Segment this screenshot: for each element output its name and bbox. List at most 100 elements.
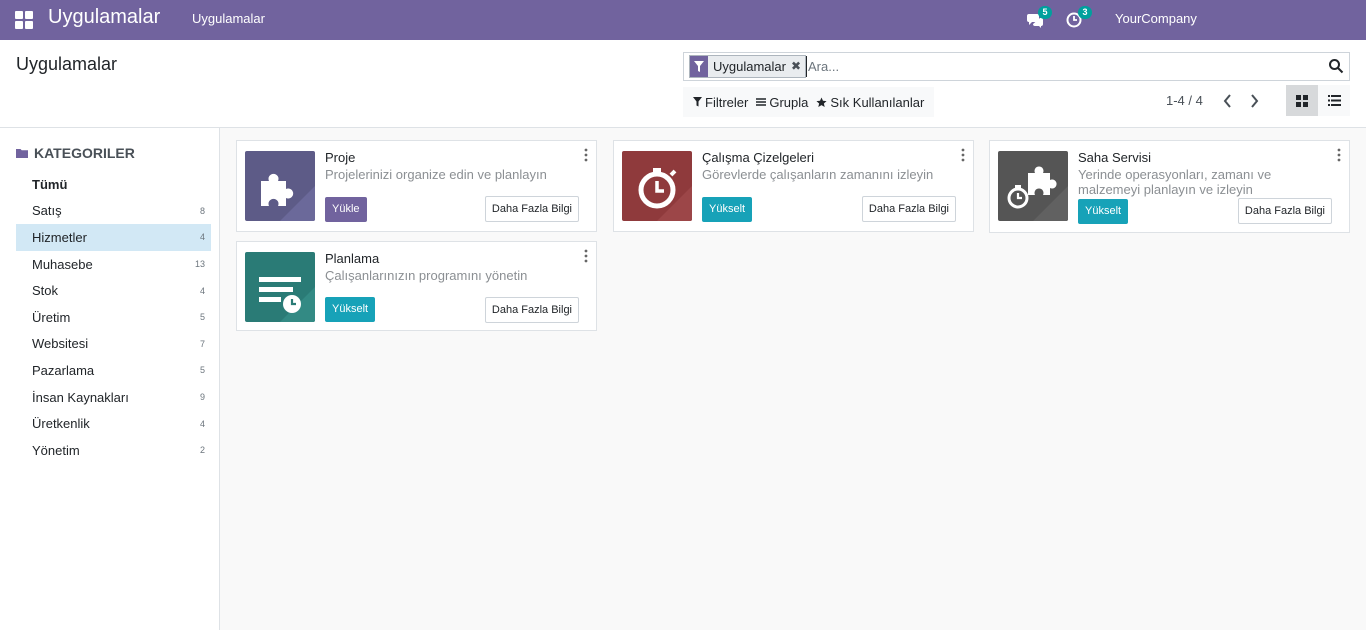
category-item-services[interactable]: Hizmetler 4 — [16, 224, 211, 251]
category-label: Stok — [32, 283, 59, 299]
category-count: 9 — [199, 392, 205, 403]
kebab-menu-icon[interactable] — [583, 148, 589, 162]
kebab-menu-icon[interactable] — [960, 148, 966, 162]
favorites-label: Sık Kullanılanlar — [830, 94, 925, 110]
app-card-timesheets: Çalışma Çizelgeleri Görevlerde çalışanla… — [613, 140, 974, 232]
learn-more-button[interactable]: Daha Fazla Bilgi — [1237, 198, 1332, 224]
search-options-bar: Filtreler Grupla Sık Kullanılanlar — [683, 87, 935, 117]
category-label: Websitesi — [32, 336, 89, 352]
category-label: Yönetim — [32, 442, 80, 458]
category-item-all[interactable]: Tümü — [16, 171, 211, 198]
list-view-button[interactable] — [1318, 85, 1350, 116]
stopwatch-icon — [622, 151, 692, 221]
learn-more-button[interactable]: Daha Fazla Bilgi — [484, 297, 579, 323]
app-summary: Yerinde operasyonları, zamanı ve malzeme… — [1078, 167, 1272, 197]
upgrade-button[interactable]: Yükselt — [1078, 199, 1129, 224]
category-sidebar: KATEGORILER Tümü Satış 8 Hizmetler 4 Muh… — [0, 128, 220, 630]
category-item-human-resources[interactable]: İnsan Kaynakları 9 — [16, 384, 211, 411]
category-label: Muhasebe — [32, 256, 93, 272]
category-item-administration[interactable]: Yönetim 2 — [16, 437, 211, 464]
messages-button[interactable]: 5 — [1026, 6, 1052, 29]
app-summary: Çalışanlarınızın programını yönetin — [325, 268, 528, 283]
category-label: İnsan Kaynakları — [32, 389, 129, 405]
category-count: 8 — [199, 205, 205, 216]
category-list: Tümü Satış 8 Hizmetler 4 Muhasebe 13 Sto… — [16, 171, 211, 464]
category-count: 7 — [199, 338, 205, 349]
apps-kanban: Proje Projelerinizi organize edin ve pla… — [220, 128, 1366, 630]
upgrade-button[interactable]: Yükselt — [702, 197, 753, 222]
category-label: Üretkenlik — [32, 416, 90, 432]
app-card-planning: Planlama Çalışanlarınızın programını yön… — [236, 241, 597, 331]
messages-badge: 5 — [1038, 6, 1052, 19]
category-count: 2 — [199, 445, 205, 456]
app-brand[interactable]: Uygulamalar — [48, 6, 160, 29]
learn-more-button[interactable]: Daha Fazla Bilgi — [861, 196, 956, 222]
list-icon — [1327, 95, 1341, 106]
kebab-menu-icon[interactable] — [583, 249, 589, 263]
category-label: Satış — [32, 203, 62, 219]
grid-icon — [1296, 94, 1308, 107]
install-button[interactable]: Yükle — [325, 197, 367, 222]
app-card-project: Proje Projelerinizi organize edin ve pla… — [236, 140, 597, 232]
category-count: 4 — [199, 285, 205, 296]
facet-label: Uygulamalar — [713, 59, 786, 74]
category-header: KATEGORILER — [16, 145, 135, 161]
filter-icon — [693, 97, 702, 107]
activities-badge: 3 — [1078, 6, 1092, 19]
app-name: Saha Servisi — [1078, 150, 1151, 165]
learn-more-button[interactable]: Daha Fazla Bilgi — [484, 196, 579, 222]
filters-label: Filtreler — [705, 94, 749, 110]
category-item-manufacturing[interactable]: Üretim 5 — [16, 304, 211, 331]
puzzle-icon — [245, 151, 315, 221]
category-count: 13 — [194, 259, 205, 270]
category-label: Hizmetler — [32, 229, 87, 245]
app-name: Çalışma Çizelgeleri — [702, 150, 814, 165]
category-item-marketing[interactable]: Pazarlama 5 — [16, 357, 211, 384]
puzzle-stopwatch-icon — [998, 151, 1068, 221]
filters-dropdown[interactable]: Filtreler — [693, 95, 748, 110]
favorites-dropdown[interactable]: Sık Kullanılanlar — [816, 95, 924, 110]
group-by-dropdown[interactable]: Grupla — [756, 95, 808, 110]
category-count: 4 — [199, 232, 205, 243]
nav-menu-apps[interactable]: Uygulamalar — [192, 11, 265, 26]
pager-value[interactable]: 1-4 / 4 — [1166, 93, 1203, 108]
category-item-sales[interactable]: Satış 8 — [16, 198, 211, 225]
search-facet: Uygulamalar ✖ — [689, 55, 807, 78]
category-item-productivity[interactable]: Üretkenlik 4 — [16, 410, 211, 437]
filter-icon — [690, 56, 708, 77]
app-name: Proje — [325, 150, 356, 165]
search-input[interactable] — [806, 56, 1306, 77]
app-summary: Görevlerde çalışanların zamanını izleyin — [702, 167, 934, 182]
page-title: Uygulamalar — [16, 54, 118, 74]
kebab-menu-icon[interactable] — [1336, 148, 1342, 162]
control-panel: Uygulamalar Uygulamalar ✖ Filtreler Grup… — [0, 40, 1366, 128]
upgrade-button[interactable]: Yükselt — [325, 297, 376, 322]
facet-remove-icon[interactable]: ✖ — [791, 56, 801, 77]
category-header-label: KATEGORILER — [34, 145, 135, 161]
folder-icon — [16, 149, 28, 158]
app-summary: Projelerinizi organize edin ve planlayın — [325, 167, 547, 182]
category-label: Pazarlama — [32, 362, 95, 378]
category-item-website[interactable]: Websitesi 7 — [16, 331, 211, 358]
category-count: 4 — [199, 418, 205, 429]
app-card-field-service: Saha Servisi Yerinde operasyonları, zama… — [989, 140, 1350, 233]
search-box: Uygulamalar ✖ — [683, 52, 1350, 81]
category-label: Üretim — [32, 309, 71, 325]
category-count: 5 — [199, 365, 205, 376]
top-navbar: Uygulamalar Uygulamalar 5 3 YourCompany — [0, 0, 1366, 40]
company-switcher[interactable]: YourCompany — [1115, 11, 1197, 26]
group-by-label: Grupla — [769, 94, 809, 110]
apps-menu-icon[interactable] — [15, 11, 33, 29]
search-icon[interactable] — [1328, 58, 1344, 74]
chevron-left-icon[interactable] — [1221, 93, 1233, 109]
category-label: Tümü — [32, 176, 68, 192]
kanban-view-button[interactable] — [1286, 85, 1318, 116]
category-item-inventory[interactable]: Stok 4 — [16, 277, 211, 304]
schedule-icon — [245, 252, 315, 322]
category-item-accounting[interactable]: Muhasebe 13 — [16, 251, 211, 278]
category-count: 5 — [199, 312, 205, 323]
bars-icon — [756, 98, 767, 106]
chevron-right-icon[interactable] — [1249, 93, 1261, 109]
app-name: Planlama — [325, 251, 380, 266]
activities-button[interactable]: 3 — [1066, 6, 1092, 29]
